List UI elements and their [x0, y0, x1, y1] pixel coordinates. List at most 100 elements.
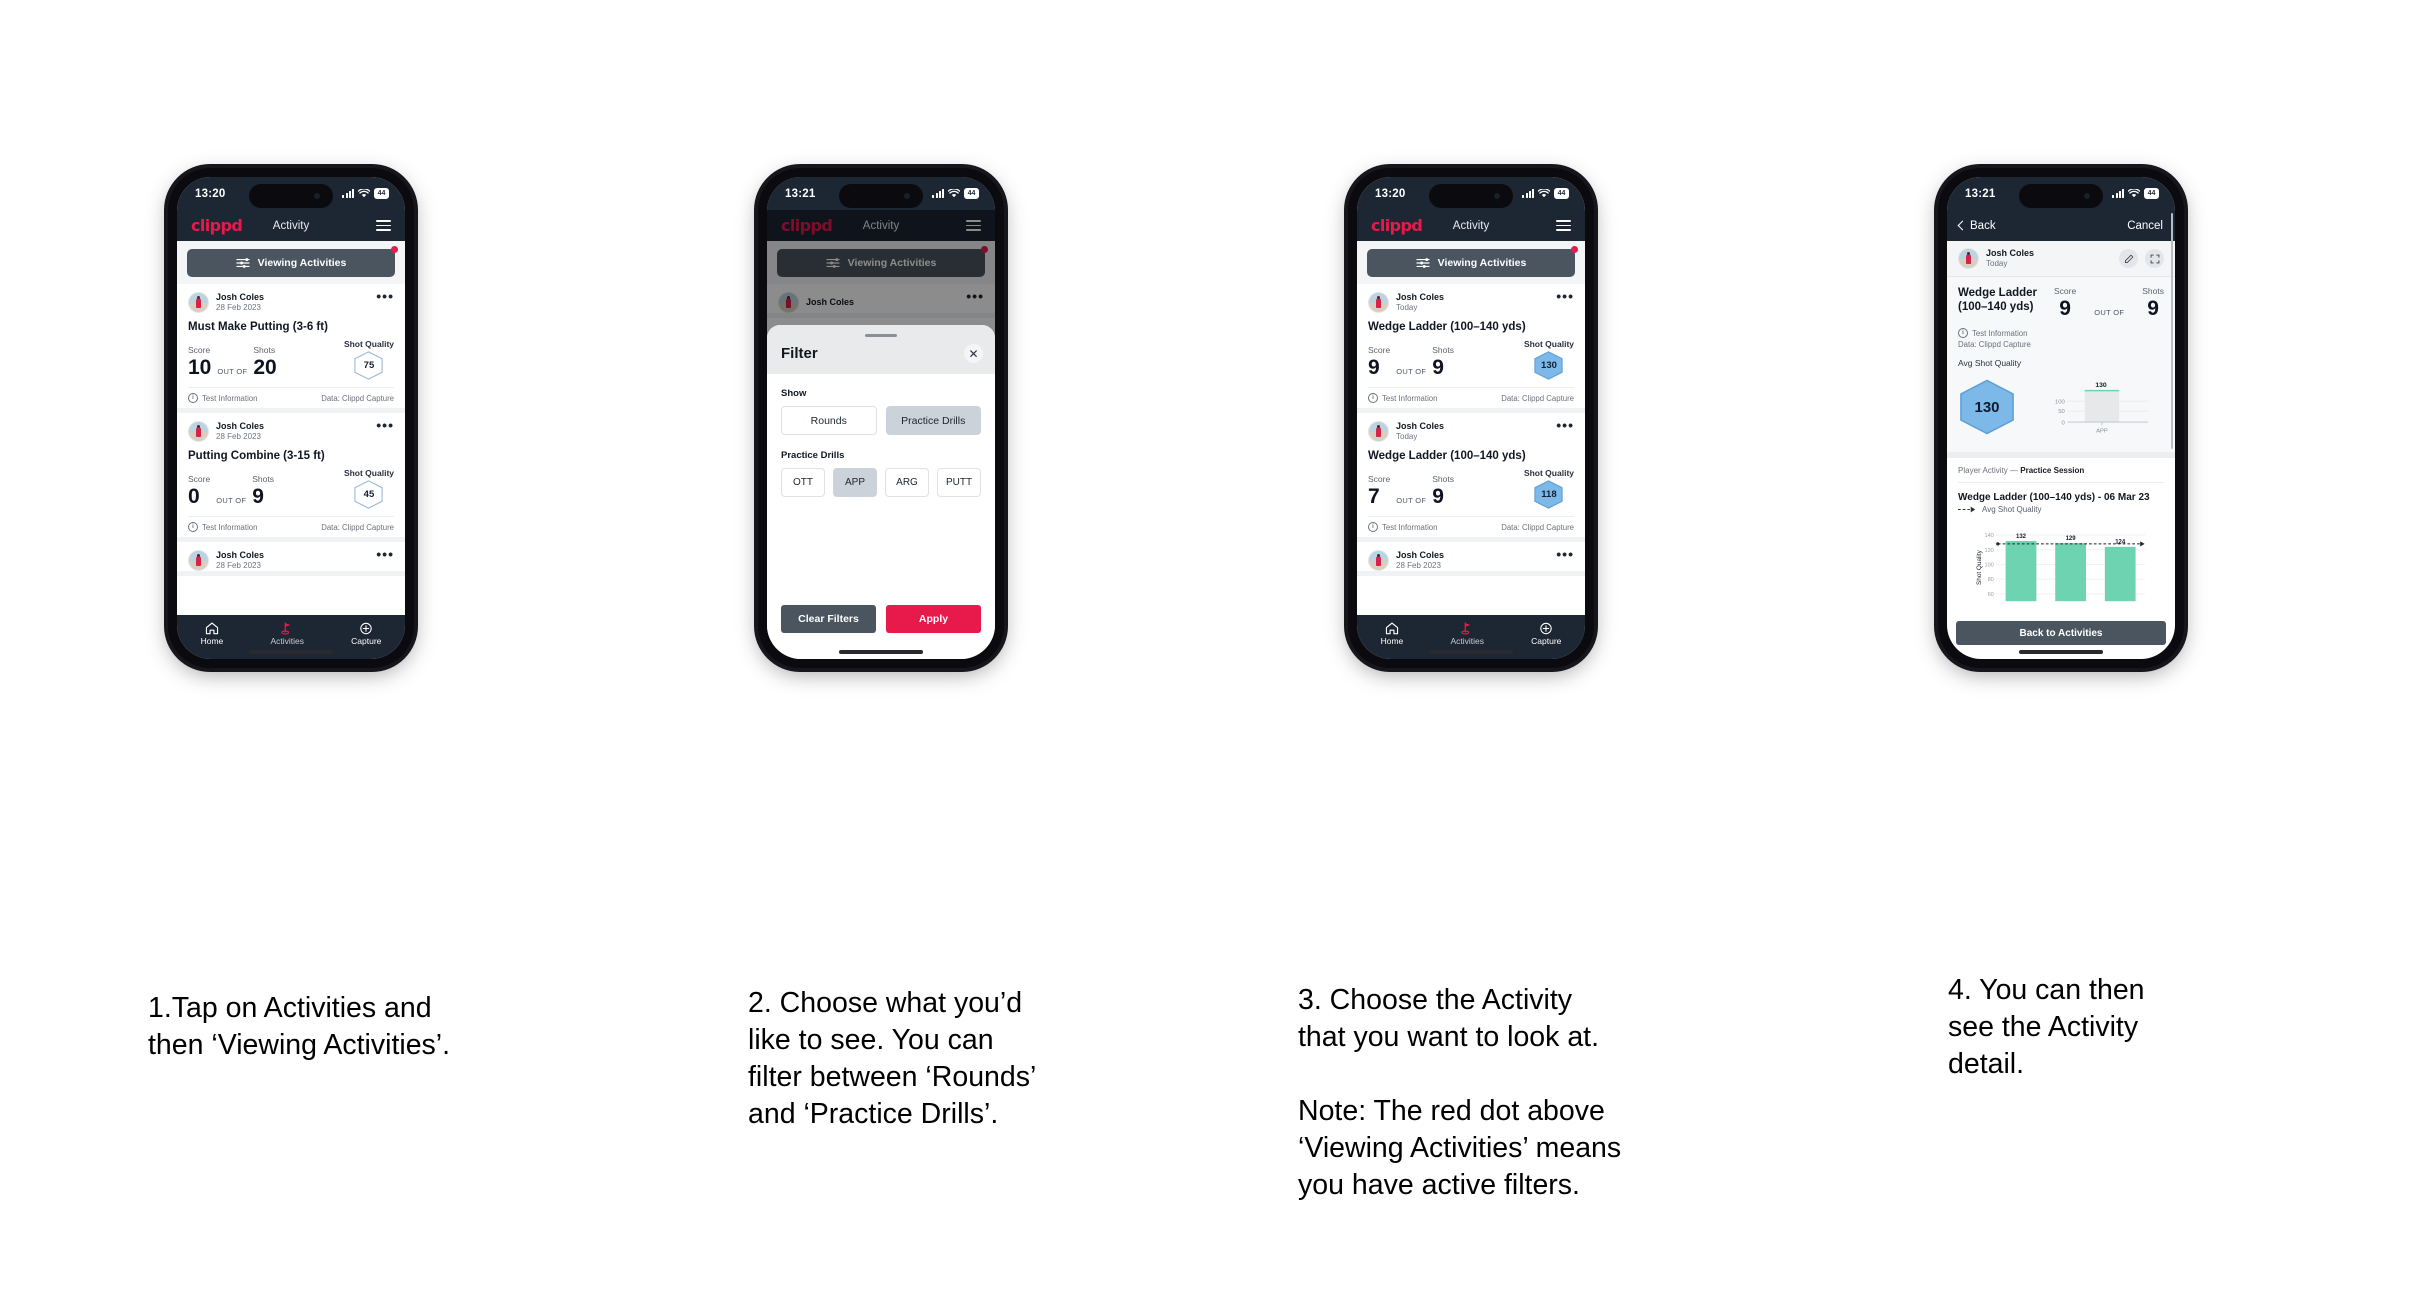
tab-capture-label: Capture: [1531, 636, 1562, 646]
svg-text:60: 60: [1988, 592, 1994, 598]
sliders-icon: [1416, 258, 1430, 268]
activity-date: Today: [1396, 303, 1418, 312]
viewing-activities-button[interactable]: Viewing Activities: [1367, 249, 1575, 277]
caption-1: 1.Tap on Activities and then ‘Viewing Ac…: [148, 992, 451, 1061]
card-overflow-menu-icon[interactable]: •••: [376, 418, 394, 432]
card-overflow-menu-icon[interactable]: •••: [376, 289, 394, 303]
drill-chip-app[interactable]: APP: [833, 468, 877, 498]
svg-text:129: 129: [2066, 536, 2077, 542]
clippd-logo[interactable]: clippd: [1371, 216, 1423, 235]
svg-text:132: 132: [2016, 534, 2027, 540]
data-source-label: Data: Clippd Capture: [1958, 340, 2031, 349]
hamburger-menu-icon[interactable]: [376, 220, 391, 231]
clear-filters-button[interactable]: Clear Filters: [781, 605, 876, 633]
wifi-icon: [1538, 189, 1550, 198]
out-of-label: OUT OF: [2094, 308, 2125, 317]
tab-home[interactable]: Home: [201, 622, 223, 646]
edit-button[interactable]: [2119, 249, 2138, 268]
breadcrumb: Player Activity — Practice Session: [1958, 466, 2164, 483]
vertical-scrollbar[interactable]: [2170, 213, 2173, 449]
activity-card-partial[interactable]: Josh Coles 28 Feb 2023 •••: [1357, 542, 1585, 576]
home-indicator: [839, 650, 923, 654]
signal-icon: [932, 189, 944, 198]
tab-home[interactable]: Home: [1381, 622, 1403, 646]
activity-card[interactable]: Josh Coles 28 Feb 2023 ••• Must Make Put…: [177, 284, 405, 413]
filter-active-dot-icon: [1571, 246, 1578, 253]
card-overflow-menu-icon[interactable]: •••: [1556, 418, 1574, 432]
back-label: Back: [1970, 219, 1996, 232]
drill-chip-putt[interactable]: PUTT: [937, 468, 981, 498]
card-overflow-menu-icon[interactable]: •••: [376, 547, 394, 561]
status-time: 13:21: [1965, 187, 1996, 200]
shot-quality-label: Shot Quality: [343, 468, 394, 478]
tab-capture[interactable]: Capture: [1531, 622, 1561, 646]
svg-text:130: 130: [2095, 382, 2107, 389]
filter-active-dot-icon: [391, 246, 398, 253]
svg-text:120: 120: [1984, 548, 1993, 554]
tab-activities[interactable]: Activities: [270, 622, 304, 646]
activity-date: 28 Feb 2023: [1396, 561, 1441, 570]
status-time: 13:20: [195, 187, 226, 200]
score-label: Score: [2054, 286, 2077, 296]
svg-text:80: 80: [1988, 577, 1994, 583]
tab-capture[interactable]: Capture: [351, 622, 381, 646]
activity-card[interactable]: Josh Coles Today ••• Wedge Ladder (100–1…: [1357, 284, 1585, 413]
activity-card[interactable]: Josh Coles 28 Feb 2023 ••• Putting Combi…: [177, 413, 405, 542]
drill-chip-arg[interactable]: ARG: [885, 468, 929, 498]
chart-title: Wedge Ladder (100–140 yds) - 06 Mar 23: [1958, 492, 2150, 503]
clippd-logo[interactable]: clippd: [191, 216, 243, 235]
drill-chip-ott[interactable]: OTT: [781, 468, 825, 498]
avatar: [1368, 550, 1389, 571]
hamburger-menu-icon[interactable]: [1556, 220, 1571, 231]
shot-quality-block: Shot Quality 130: [1524, 339, 1574, 380]
show-option-rounds[interactable]: Rounds: [781, 406, 877, 436]
home-indicator: [249, 650, 333, 654]
show-option-practice-drills[interactable]: Practice Drills: [885, 406, 981, 436]
player-name: Josh Coles: [1396, 421, 1445, 431]
back-to-activities-button[interactable]: Back to Activities: [1956, 621, 2166, 645]
shot-quality-block: Shot Quality 45: [344, 468, 394, 509]
activity-card-partial[interactable]: Josh Coles 28 Feb 2023 •••: [177, 542, 405, 576]
score-block: Score 7: [1368, 474, 1390, 509]
info-icon: i: [188, 522, 198, 532]
expand-button[interactable]: [2145, 249, 2164, 268]
shots-block: Shots 9: [1432, 474, 1454, 509]
close-icon[interactable]: ✕: [964, 344, 983, 363]
info-icon: i: [1368, 522, 1378, 532]
activity-feed[interactable]: Josh Coles 28 Feb 2023 ••• Must Make Put…: [177, 284, 405, 615]
drag-handle[interactable]: [865, 334, 897, 338]
viewing-activities-label: Viewing Activities: [1437, 257, 1527, 269]
avatar: [1368, 421, 1389, 442]
data-source-label: Data: Clippd Capture: [1501, 393, 1574, 403]
apply-button[interactable]: Apply: [886, 605, 981, 633]
avatar: [188, 421, 209, 442]
phone-1-screen: 13:20 44 clippd Activity Viewing Activit…: [177, 177, 405, 659]
activity-feed[interactable]: Josh Coles Today ••• Wedge Ladder (100–1…: [1357, 284, 1585, 615]
home-indicator: [1429, 650, 1513, 654]
notch: [1429, 184, 1513, 208]
shots-label: Shots: [253, 345, 276, 355]
card-overflow-menu-icon[interactable]: •••: [1556, 547, 1574, 561]
score-value: 10: [188, 356, 212, 379]
player-name: Josh Coles: [1986, 248, 2035, 258]
cancel-button[interactable]: Cancel: [2127, 220, 2163, 232]
tab-capture-label: Capture: [351, 636, 382, 646]
notch: [249, 184, 333, 208]
phone-3-frame: 13:20 44 clippd Activity Viewing Activit…: [1348, 168, 1594, 668]
tab-activities-label: Activities: [1450, 636, 1484, 646]
card-overflow-menu-icon[interactable]: •••: [1556, 289, 1574, 303]
tab-activities[interactable]: Activities: [1450, 622, 1484, 646]
viewing-activities-button[interactable]: Viewing Activities: [187, 249, 395, 277]
shots-value: 9: [2147, 297, 2159, 320]
back-button[interactable]: Back: [1957, 219, 1996, 232]
notch: [2019, 184, 2103, 208]
golf-flag-icon: [281, 622, 291, 635]
mini-app-bar-chart: 130 100 50 0 APP: [2020, 379, 2164, 442]
activity-card[interactable]: Josh Coles Today ••• Wedge Ladder (100–1…: [1357, 413, 1585, 542]
avatar: [188, 550, 209, 571]
wifi-icon: [2128, 189, 2140, 198]
svg-text:APP: APP: [2096, 428, 2108, 434]
viewing-activities-label: Viewing Activities: [257, 257, 347, 269]
filter-sheet: Filter ✕ Show Rounds Practice Drills Pra…: [767, 325, 995, 659]
shots-value: 9: [1432, 485, 1444, 508]
